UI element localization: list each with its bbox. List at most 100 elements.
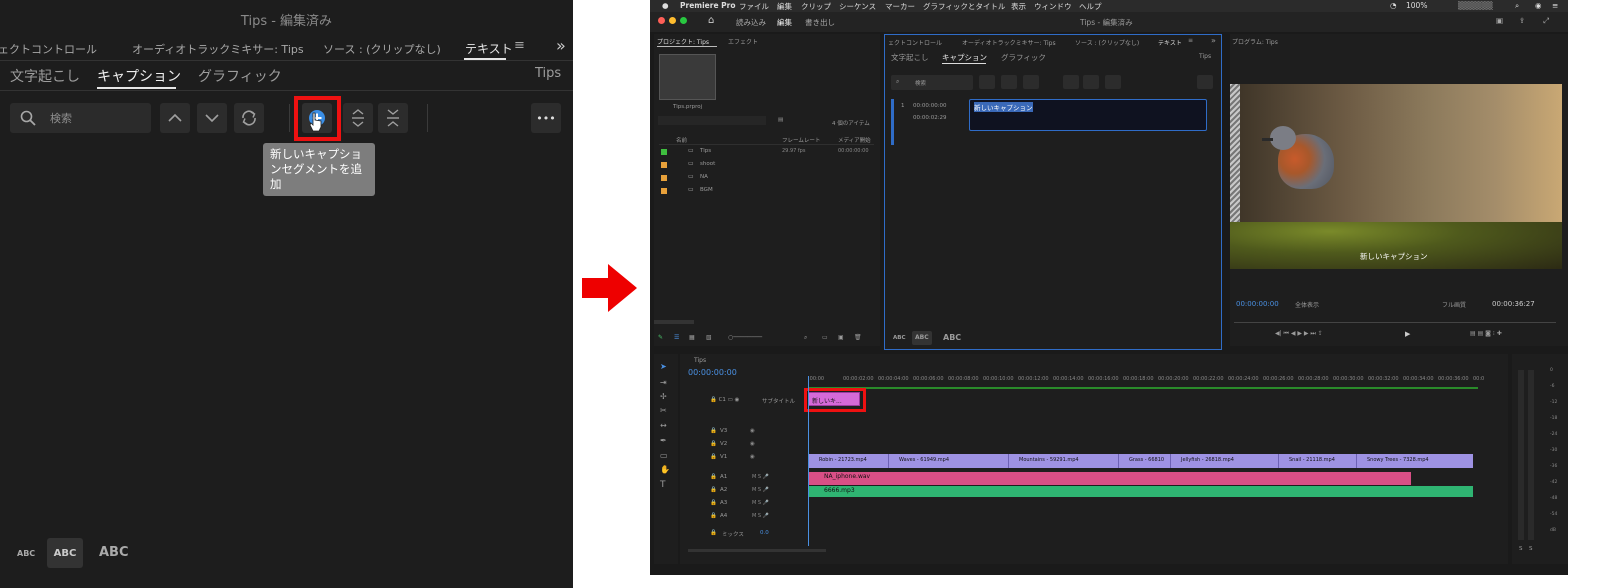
audio-track-label[interactable]: A1	[720, 474, 727, 480]
type-tool-icon[interactable]: T	[660, 480, 666, 490]
siri-icon[interactable]: ◉	[1535, 1, 1542, 10]
tab-text[interactable]: テキスト	[465, 40, 513, 57]
menu-clip[interactable]: クリップ	[801, 1, 831, 12]
track-lock-icon[interactable]: 🔒	[710, 487, 717, 493]
app-name[interactable]: Premiere Pro	[680, 1, 736, 10]
menu-view[interactable]: 表示	[1011, 1, 1026, 12]
next-caption-button[interactable]	[197, 103, 227, 133]
caption-text-field[interactable]: 新しいキャプション	[969, 99, 1207, 131]
previous-caption-button[interactable]	[979, 75, 995, 89]
track-select-tool-icon[interactable]: ⇥	[660, 378, 667, 387]
new-bin-icon[interactable]: ▭	[822, 334, 828, 341]
project-search-input[interactable]	[658, 116, 766, 125]
expand-panels-icon[interactable]: »	[556, 36, 566, 55]
pen-tool-icon[interactable]: ✒	[660, 436, 667, 445]
mute-solo-icon[interactable]: M S 🎤	[752, 513, 769, 519]
more-options-button[interactable]: •••	[531, 103, 561, 133]
playhead-scrubber[interactable]	[1234, 317, 1556, 323]
tab-audio-mixer[interactable]: オーディオトラックミキサー: Tips	[962, 38, 1056, 47]
eye-icon[interactable]: ◉	[750, 428, 755, 434]
audio-track-label[interactable]: A2	[720, 487, 727, 493]
split-caption-button[interactable]	[1083, 75, 1099, 89]
solo-right[interactable]: S	[1529, 546, 1533, 552]
mix-value[interactable]: 0.0	[760, 530, 769, 536]
tab-captions[interactable]: キャプション	[942, 52, 987, 63]
mute-solo-icon[interactable]: M S 🎤	[752, 474, 769, 480]
tab-audio-track-mixer[interactable]: オーディオトラックミキサー: Tips	[132, 41, 304, 57]
rectangle-tool-icon[interactable]: ▭	[660, 451, 668, 460]
tab-effects[interactable]: エフェクト	[728, 37, 758, 46]
previous-caption-button[interactable]	[160, 103, 190, 133]
menu-marker[interactable]: マーカー	[885, 1, 915, 12]
new-bin-icon[interactable]: ▤	[778, 117, 783, 123]
workspace-export[interactable]: 書き出し	[805, 17, 835, 28]
search-icon[interactable]: ⌕	[804, 334, 807, 342]
eye-icon[interactable]: ◉	[750, 441, 755, 447]
col-media-start[interactable]: メディア開始	[838, 136, 871, 144]
export-frame-icon[interactable]: ▤ ▤ ◙ ⁝ ✚	[1470, 330, 1502, 337]
video-clip[interactable]: Snail - 21118.mp4	[1278, 454, 1356, 468]
icon-view-icon[interactable]: ▦	[689, 334, 695, 341]
tab-transcript[interactable]: 文字起こし	[891, 52, 929, 63]
hand-tool-icon[interactable]: ✋	[660, 465, 670, 474]
text-size-medium-button[interactable]: ABC	[912, 331, 932, 345]
video-clip[interactable]: Mountains - 59291.mp4	[1008, 454, 1118, 468]
panel-menu-icon[interactable]: ≡	[1188, 37, 1193, 44]
project-item-row[interactable]: ▭ shoot	[658, 160, 874, 172]
workspaces-icon[interactable]: ▣	[1496, 16, 1503, 25]
track-lock-icon[interactable]: 🔒	[710, 474, 717, 480]
sync-button[interactable]	[1023, 75, 1039, 89]
scrollbar[interactable]	[654, 320, 694, 324]
tab-captions[interactable]: キャプション	[97, 66, 181, 86]
add-caption-segment-button[interactable]	[1063, 75, 1079, 89]
playhead[interactable]	[808, 376, 809, 546]
narration-audio-clip[interactable]: NA_iphone.wav	[808, 472, 1411, 485]
caption-search-input[interactable]: ⌕ 検索	[891, 75, 973, 90]
col-fps[interactable]: フレームレート	[782, 136, 820, 144]
tab-transcript[interactable]: 文字起こし	[10, 66, 80, 86]
text-size-medium-button[interactable]: ABC	[47, 538, 83, 568]
col-name[interactable]: 名前	[676, 136, 687, 144]
eye-icon[interactable]: ◉	[750, 454, 755, 460]
minimize-window-icon[interactable]	[669, 17, 676, 24]
video-clip[interactable]: Waves - 61949.mp4	[888, 454, 1008, 468]
close-window-icon[interactable]	[658, 17, 665, 24]
tab-effect-controls[interactable]: ェクトコントロール	[0, 41, 97, 57]
video-track-label[interactable]: V2	[720, 441, 727, 447]
current-timecode[interactable]: 00:00:00:00	[1236, 300, 1279, 308]
menu-edit[interactable]: 編集	[777, 1, 792, 12]
expand-icon[interactable]: »	[1211, 36, 1216, 45]
new-item-icon[interactable]: ▣	[838, 334, 844, 341]
tab-effect-controls[interactable]: ェクトコントロール	[888, 38, 942, 47]
list-view-icon[interactable]: ☰	[674, 334, 679, 341]
slip-tool-icon[interactable]: ↔	[660, 421, 667, 430]
video-track-label[interactable]: V1	[720, 454, 727, 460]
text-size-small[interactable]: ABC	[893, 335, 906, 341]
razor-tool-icon[interactable]: ✂	[660, 406, 667, 415]
selection-tool-icon[interactable]: ➤	[660, 362, 667, 371]
project-item-row[interactable]: ▭ NA	[658, 173, 874, 185]
text-size-large[interactable]: ABC	[943, 333, 961, 342]
sequence-tab[interactable]: Tips	[694, 357, 706, 364]
wifi-icon[interactable]: ◔	[1390, 1, 1397, 10]
time-ruler[interactable]: :00:00 00:00:02:00 00:00:04:00 00:00:06:00 0…	[808, 376, 1488, 386]
horizontal-scrollbar[interactable]	[688, 549, 826, 552]
home-icon[interactable]: ⌂	[708, 15, 714, 26]
tab-source[interactable]: ソース : (クリップなし)	[1075, 38, 1139, 47]
workspace-import[interactable]: 読み込み	[736, 17, 766, 28]
menu-sequence[interactable]: シーケンス	[839, 1, 876, 12]
bgm-audio-clip[interactable]: 6666.mp3	[808, 486, 1473, 497]
share-icon[interactable]: ⇪	[1519, 16, 1525, 25]
track-lock-icon[interactable]: 🔒	[710, 513, 717, 519]
track-lock-icon[interactable]: 🔒	[710, 441, 717, 447]
sync-button[interactable]	[234, 103, 264, 133]
fullscreen-icon[interactable]: ⤢	[1543, 16, 1549, 26]
menu-help[interactable]: ヘルプ	[1079, 1, 1102, 12]
menu-file[interactable]: ファイル	[739, 1, 769, 12]
timeline-timecode[interactable]: 00:00:00:00	[688, 368, 737, 377]
playback-controls[interactable]: ◀| ⏮ ◀ ▶ ▶ ⏭ ⇪	[1275, 330, 1323, 338]
merge-captions-button[interactable]	[378, 103, 408, 133]
split-caption-button[interactable]	[343, 103, 373, 133]
track-lock-icon[interactable]: 🔒	[710, 500, 717, 506]
next-caption-button[interactable]	[1001, 75, 1017, 89]
